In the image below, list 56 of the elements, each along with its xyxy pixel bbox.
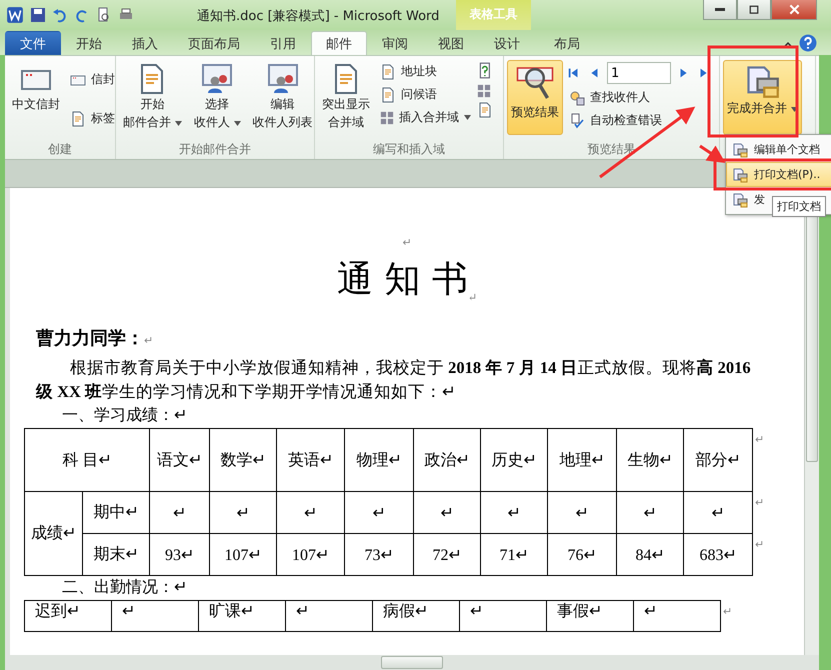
table-cell: 71↵ <box>480 534 548 576</box>
table-cell: ↵ <box>460 600 546 632</box>
table-cell: 期中↵ <box>82 492 150 534</box>
table-cell: 93↵ <box>150 534 210 576</box>
table-cell: ↵ <box>210 492 276 534</box>
table-cell: 72↵ <box>414 534 480 576</box>
context-tab-group: 表格工具 <box>456 6 531 23</box>
table-cell: 107↵ <box>210 534 276 576</box>
document-heading: 通 知 书 <box>336 258 468 302</box>
row-end-mark: ↵ <box>755 496 764 508</box>
table-cell: 84↵ <box>616 534 684 576</box>
row-end-mark: ↵ <box>755 538 764 550</box>
table-cell: ↵ <box>634 600 720 632</box>
table-cell: 107↵ <box>276 534 344 576</box>
table-cell: ↵ <box>414 492 480 534</box>
table-cell: 科 目↵ <box>24 428 150 492</box>
table-cell: 英语↵ <box>276 428 344 492</box>
table-cell: 期末↵ <box>82 534 150 576</box>
table-cell: 语文↵ <box>150 428 210 492</box>
group-title: 编写和插入域 <box>373 141 445 158</box>
table-cell: ↵ <box>344 492 414 534</box>
paragraph-mark: ↵ <box>468 291 478 304</box>
table-cell: ↵ <box>112 600 198 632</box>
row-end-mark: ↵ <box>755 434 764 446</box>
section-heading: 一、学习成绩：↵ <box>62 406 188 426</box>
table-cell: ↵ <box>276 492 344 534</box>
table-cell: 物理↵ <box>344 428 414 492</box>
table-cell: 成绩↵ <box>24 492 82 576</box>
table-cell: ↵ <box>616 492 684 534</box>
table-cell: ↵ <box>286 600 372 632</box>
window-title: 通知书.doc [兼容模式] - Microsoft Word <box>197 8 440 25</box>
table-cell: 政治↵ <box>414 428 480 492</box>
salutation: 曹力力同学：↵ <box>36 327 154 350</box>
body-paragraph: 根据市教育局关于中小学放假通知精神，我校定于 2018 年 7 月 14 日正式放假。现将高 2016 级 XX 班学生的学习情况和下学期开学情况通知如下：↵ <box>36 357 752 403</box>
paragraph-mark: ↵ <box>402 236 412 249</box>
table-cell: 数学↵ <box>210 428 276 492</box>
table-cell: ↵ <box>480 492 548 534</box>
table-cell: 历史↵ <box>480 428 548 492</box>
group-title: 创建 <box>48 141 72 158</box>
table-cell: ↵ <box>548 492 616 534</box>
table-cell: 部分↵ <box>684 428 752 492</box>
table-cell: 73↵ <box>344 534 414 576</box>
table-cell: 生物↵ <box>616 428 684 492</box>
table-cell: ↵ <box>684 492 752 534</box>
tooltip: 打印文档 <box>772 196 826 217</box>
row-end-mark: ↵ <box>723 606 732 618</box>
section-heading: 二、出勤情况：↵ <box>62 578 188 598</box>
table-cell: 旷课↵ <box>198 600 286 632</box>
table-cell: 病假↵ <box>372 600 460 632</box>
group-title: 开始邮件合并 <box>179 141 251 158</box>
table-cell: 地理↵ <box>548 428 616 492</box>
table-cell: 76↵ <box>548 534 616 576</box>
table-cell: 迟到↵ <box>24 600 112 632</box>
table-cell: 事假↵ <box>546 600 634 632</box>
table-cell: ↵ <box>150 492 210 534</box>
table-cell: 683↵ <box>684 534 752 576</box>
